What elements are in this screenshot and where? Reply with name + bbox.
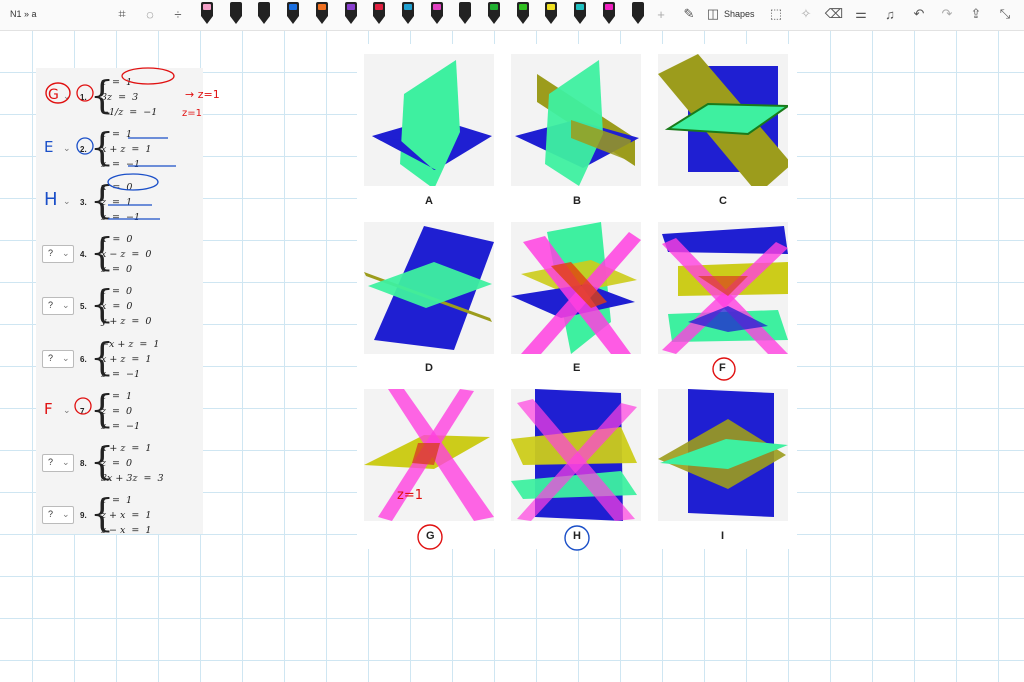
ink-circle-h	[564, 525, 590, 551]
figure-ink-layer: z=1	[397, 357, 736, 551]
ink-circle-g	[417, 524, 443, 550]
ink-circle-f	[712, 357, 736, 381]
ink-note-g: z=1	[397, 488, 423, 503]
